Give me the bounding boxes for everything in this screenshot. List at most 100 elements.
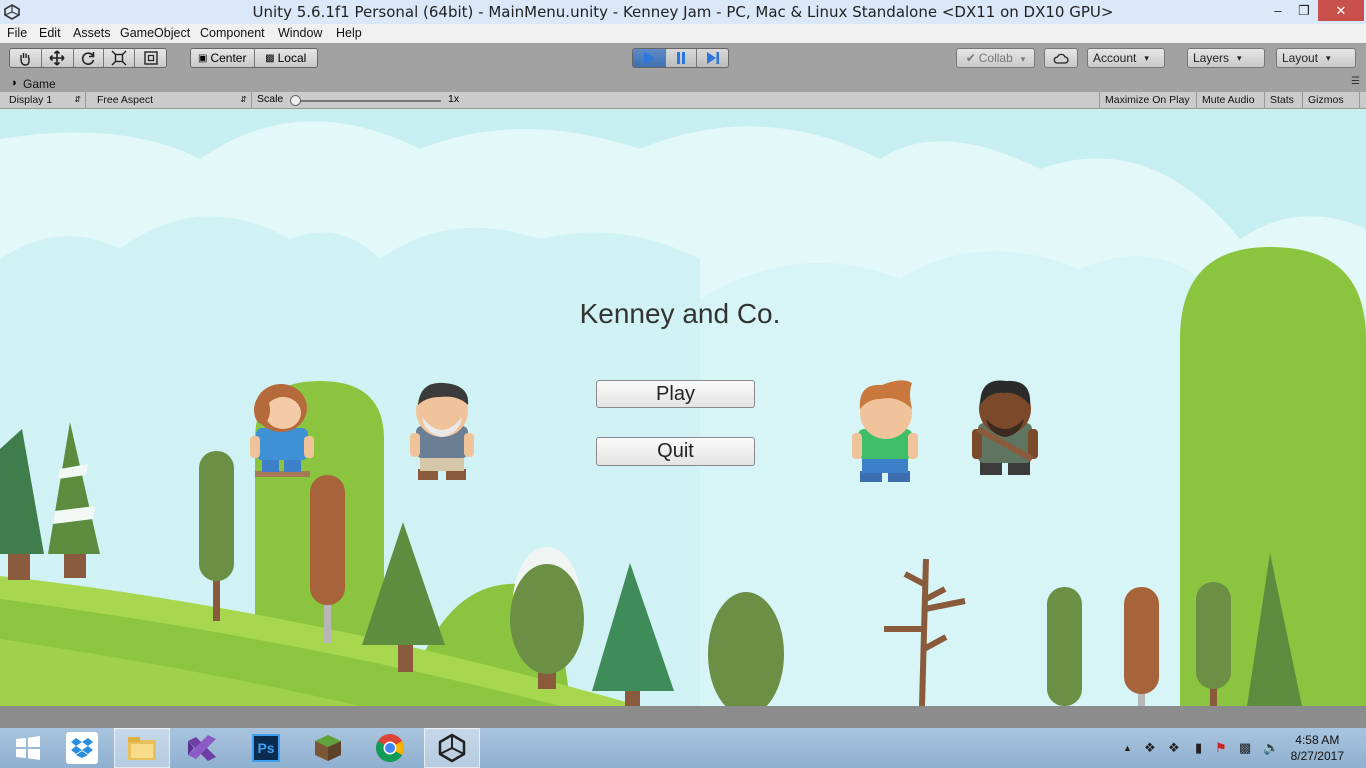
battery-icon[interactable]: ▮ [1195,740,1202,756]
start-icon [16,736,40,760]
dropbox-icon [66,732,98,764]
move-icon [49,50,65,66]
display-label: Display 1 [9,94,53,106]
playback-controls [632,48,729,68]
system-clock[interactable]: 4:58 AM 8/27/2017 [1291,732,1344,764]
game-tab[interactable]: Game [23,77,56,91]
check-icon: ✔ [965,51,976,65]
show-hidden-icons[interactable]: ▲ [1123,743,1132,753]
rect-tool-button[interactable] [135,49,166,67]
move-tool-button[interactable] [41,49,74,67]
taskbar-unity[interactable] [424,728,480,768]
close-button[interactable]: ✕ [1318,0,1364,21]
collab-dropdown[interactable]: ✔ Collab [956,48,1035,68]
play-game-button[interactable]: Play [596,380,755,408]
game-tab-icon: ◑ [10,77,17,89]
pivot-label: Center [210,51,247,65]
pivot-center-toggle[interactable]: ▣ Center [191,49,255,67]
taskbar-dropbox[interactable] [54,728,110,768]
minimize-button[interactable]: – [1265,0,1291,21]
aspect-label: Free Aspect [97,94,154,106]
dropbox-sync-tray-icon[interactable]: ❖ [1168,740,1180,756]
menu-edit[interactable]: Edit [39,26,61,40]
aspect-dropdown[interactable]: Free Aspect ⇵ [92,92,252,108]
taskbar-chrome[interactable] [362,728,418,768]
maximize-on-play-toggle[interactable]: Maximize On Play [1099,92,1197,108]
taskbar-visual-studio[interactable] [174,728,230,768]
scale-value: 1x [448,93,460,105]
account-dropdown[interactable]: Account [1087,48,1165,68]
dropbox-tray-icon[interactable]: ❖ [1144,740,1156,756]
cube-icon: ▩ [265,52,275,64]
play-icon [643,52,655,64]
signal-icon[interactable]: ▩ [1239,740,1251,756]
chrome-icon [376,734,404,762]
cloud-button[interactable] [1044,48,1078,68]
menu-help[interactable]: Help [336,26,362,40]
pause-icon [676,52,685,64]
step-icon [706,52,719,64]
updown-arrows-icon: ⇵ [74,95,81,104]
menu-window[interactable]: Window [278,26,322,40]
taskbar-file-explorer[interactable] [114,728,170,768]
status-bar [0,706,1366,728]
action-center-icon[interactable]: ⚑ [1215,740,1227,756]
game-view-toolbar: Display 1 ⇵ Free Aspect ⇵ Scale 1x Maximiz… [0,92,1366,109]
taskbar-photoshop[interactable]: Ps [238,728,294,768]
step-button[interactable] [697,49,728,67]
space-label: Local [277,51,307,65]
tab-menu-icon[interactable]: ☰ [1351,76,1360,87]
window-title-bar: Unity 5.6.1f1 Personal (64bit) - MainMen… [0,0,1366,24]
rect-tool-icon [143,51,158,65]
round-tree-brown-2 [1124,587,1159,706]
volume-icon[interactable]: 🔈 [1263,740,1279,756]
menu-assets[interactable]: Assets [73,26,111,40]
menu-file[interactable]: File [7,26,27,40]
stats-toggle[interactable]: Stats [1265,92,1303,108]
quit-game-button[interactable]: Quit [596,437,755,466]
rotate-icon [82,52,95,65]
minecraft-icon [315,735,341,761]
display-dropdown[interactable]: Display 1 ⇵ [4,92,86,108]
layers-dropdown[interactable]: Layers [1187,48,1265,68]
menu-component[interactable]: Component [200,26,265,40]
cloud-icon [1053,53,1069,64]
menu-gameobject[interactable]: GameObject [120,26,190,40]
rotate-tool-button[interactable] [73,49,105,67]
visual-studio-icon [188,735,216,761]
main-toolbar: ▣Center ▩Local ✔Collab Account Layers La… [0,43,1366,76]
file-explorer-icon [128,737,156,760]
layout-dropdown[interactable]: Layout [1276,48,1356,68]
start-button[interactable] [0,728,56,768]
scale-label: Scale [257,93,284,105]
scale-tool-button[interactable] [104,49,136,67]
game-view: Kenney and Co. Play Quit [0,109,1366,706]
hand-icon [20,53,31,66]
window-title: Unity 5.6.1f1 Personal (64bit) - MainMen… [252,3,1114,21]
transform-tools [9,48,167,68]
unity-icon [438,733,466,763]
game-tab-header: ◑ Game ☰ [0,76,1366,92]
updown-arrows-icon: ⇵ [240,95,247,104]
space-local-toggle[interactable]: ▩ Local [254,49,317,67]
scale-icon [111,50,127,66]
character-dark [972,380,1038,475]
restore-button[interactable]: ❐ [1291,0,1317,21]
hand-tool-button[interactable] [10,49,42,67]
play-button[interactable] [633,49,666,67]
pivot-icon: ▣ [198,52,208,64]
game-title: Kenney and Co. [579,298,781,329]
taskbar-minecraft[interactable] [300,728,356,768]
mute-audio-toggle[interactable]: Mute Audio [1197,92,1265,108]
windows-taskbar: Ps ▲ ❖ ❖ ▮ ⚑ ▩ 🔈 4:58 AM 8/27/2017 [0,728,1366,768]
pause-button[interactable] [665,49,698,67]
clock-time: 4:58 AM [1295,733,1340,747]
gizmos-dropdown[interactable]: Gizmos [1303,92,1360,108]
pivot-toggles: ▣ Center ▩ Local [190,48,318,68]
clock-date: 8/27/2017 [1290,749,1344,763]
menu-bar: File Edit Assets GameObject Component Wi… [0,24,1366,43]
collab-label: Collab [979,51,1026,65]
scale-slider-thumb[interactable] [290,95,301,106]
scale-slider-track[interactable] [293,100,441,102]
round-tree-3 [1047,587,1082,706]
